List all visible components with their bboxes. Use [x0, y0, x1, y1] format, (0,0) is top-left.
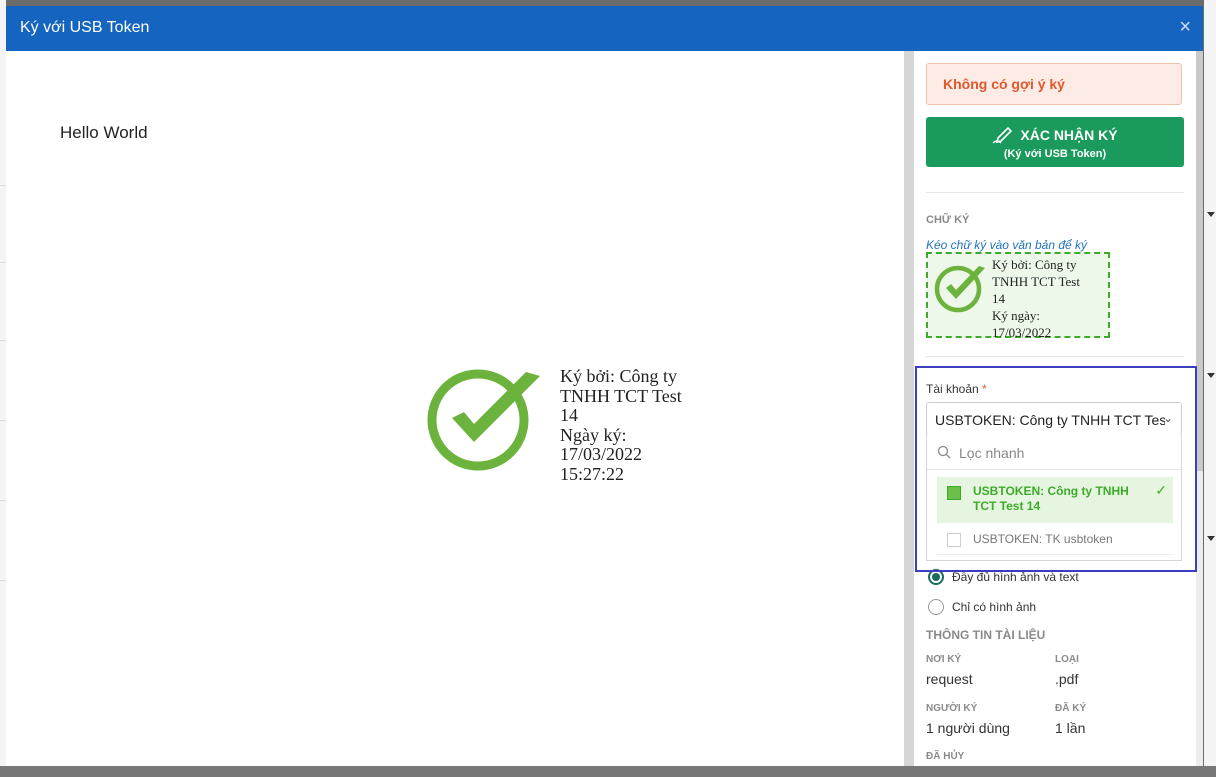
confirm-sign-button[interactable]: XÁC NHẬN KÝ (Ký với USB Token)	[926, 117, 1184, 167]
drag-signature-hint: Kéo chữ ký vào văn bản để ký	[926, 238, 1088, 252]
account-option[interactable]: USBTOKEN: Công ty TNHH TCT Test 14 ✓	[937, 477, 1173, 523]
signature-section-label: CHỮ KÝ	[926, 214, 970, 226]
dropdown-search	[927, 435, 1181, 470]
panel-scrollbar-thumb[interactable]	[1196, 51, 1203, 471]
check-circle-icon	[934, 265, 985, 313]
account-select[interactable]: USBTOKEN: Công ty TNHH TCT Test 14 ⌄	[926, 402, 1182, 436]
no-suggestion-alert: Không có gợi ý ký	[926, 63, 1182, 105]
option-checkbox	[947, 486, 961, 500]
placed-signature[interactable]: Ký bởi: Công ty TNHH TCT Test 14 Ngày ký…	[422, 362, 722, 484]
account-label: Tài khoản *	[926, 382, 987, 396]
check-icon: ✓	[1155, 482, 1167, 498]
sign-side-panel: Không có gợi ý ký XÁC NHẬN KÝ (Ký với US…	[914, 51, 1196, 766]
account-option[interactable]: USBTOKEN: TK usbtoken	[937, 523, 1173, 555]
signature-preview-text: Ký bởi: Công ty TNHH TCT Test 14 Ký ngày…	[992, 257, 1080, 340]
option-checkbox	[947, 533, 961, 547]
modal-title: Ký với USB Token	[20, 19, 150, 36]
chevron-down-icon: ⌄	[1162, 411, 1173, 425]
background-page-right	[1204, 0, 1216, 777]
check-circle-icon	[427, 369, 540, 471]
radio-image-only[interactable]: Chỉ có hình ảnh	[928, 599, 1168, 617]
document-scrollbar[interactable]	[904, 51, 914, 766]
close-icon[interactable]: ×	[1179, 16, 1191, 39]
divider	[926, 356, 1184, 357]
account-selected-value: USBTOKEN: Công ty TNHH TCT Test 14	[935, 412, 1165, 428]
signature-preview-draggable[interactable]: Ký bởi: Công ty TNHH TCT Test 14 Ký ngày…	[926, 252, 1110, 340]
document-body-text: Hello World	[60, 123, 148, 142]
modal-header: Ký với USB Token ×	[6, 6, 1203, 51]
panel-scrollbar[interactable]	[1196, 51, 1203, 766]
document-info-label: THÔNG TIN TÀI LIỆU	[926, 628, 1046, 642]
divider	[926, 192, 1184, 193]
background-overlay-bottom	[0, 766, 1216, 777]
placed-signature-text: Ký bởi: Công ty TNHH TCT Test 14 Ngày ký…	[560, 366, 682, 484]
quick-filter-input[interactable]	[957, 442, 1171, 464]
account-dropdown: USBTOKEN: Công ty TNHH TCT Test 14 ✓ USB…	[926, 435, 1182, 561]
radio-full-image-text[interactable]: Đầy đủ hình ảnh và text	[928, 569, 1168, 587]
search-icon	[937, 445, 951, 459]
sign-modal: Ký với USB Token × Hello World Ký bởi: C…	[6, 6, 1203, 766]
document-preview[interactable]: Hello World Ký bởi: Công ty TNHH TCT Tes…	[6, 51, 904, 766]
pen-signature-icon	[992, 126, 1013, 144]
